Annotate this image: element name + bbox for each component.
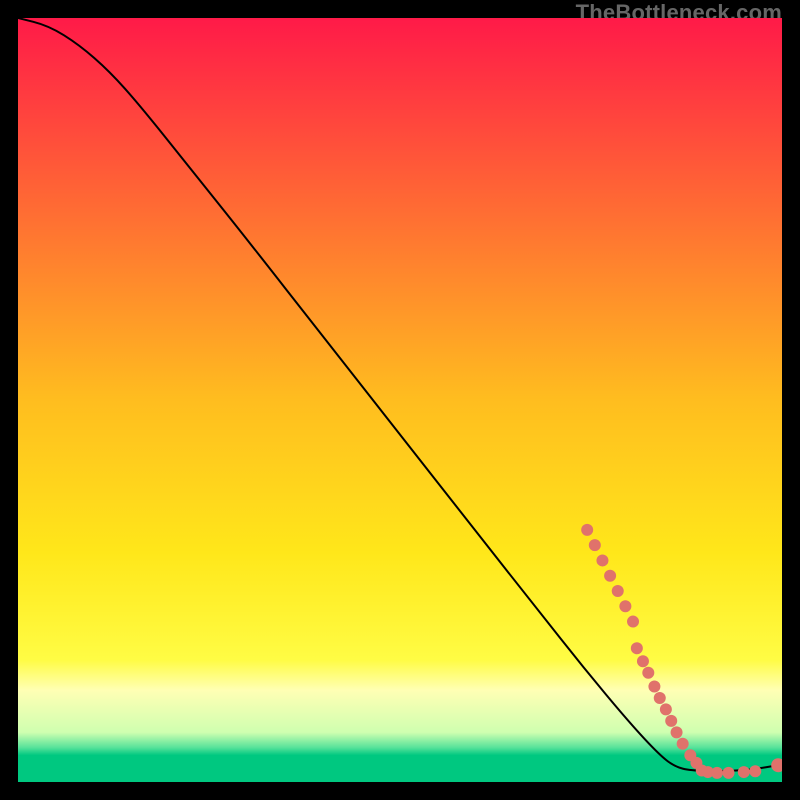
data-marker (648, 681, 660, 693)
data-marker (642, 667, 654, 679)
data-marker (677, 738, 689, 750)
data-marker (637, 655, 649, 667)
data-marker (604, 570, 616, 582)
data-marker (627, 616, 639, 628)
data-marker (738, 766, 750, 778)
data-marker (665, 715, 677, 727)
data-marker (711, 767, 723, 779)
chart-plot (18, 18, 782, 782)
data-marker (671, 726, 683, 738)
gradient-background (18, 18, 782, 782)
data-marker (619, 600, 631, 612)
data-marker (596, 554, 608, 566)
data-marker (589, 539, 601, 551)
data-marker (654, 692, 666, 704)
data-marker (749, 765, 761, 777)
data-marker (660, 703, 672, 715)
data-marker (612, 585, 624, 597)
chart-frame: TheBottleneck.com (0, 0, 800, 800)
data-marker (723, 767, 735, 779)
data-marker (631, 642, 643, 654)
data-marker (581, 524, 593, 536)
